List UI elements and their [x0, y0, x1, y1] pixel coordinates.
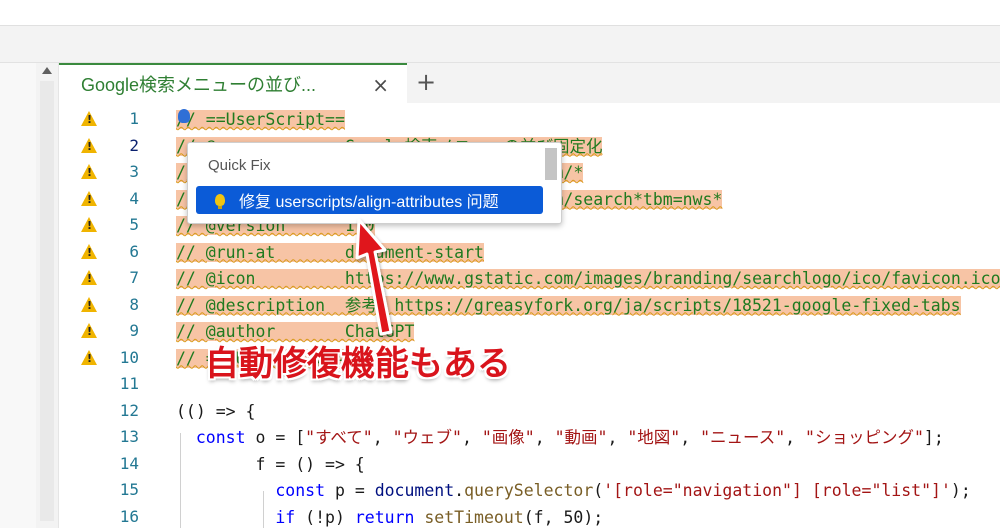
code-text: const o = ["すべて", "ウェブ", "画像", "動画", "地図…: [195, 428, 944, 447]
line-number: 14: [119, 453, 139, 473]
code-text: f = () => {: [176, 454, 365, 474]
code-line[interactable]: 15 const p = document.querySelector('[ro…: [59, 478, 1000, 504]
indent-guide: [263, 491, 264, 528]
code-line[interactable]: 8 // @description 参考：https://greasyfork.o…: [59, 293, 1000, 319]
quick-fix-item-label: 修复 userscripts/align-attributes 问题: [239, 194, 499, 211]
line-number: 4: [129, 188, 139, 208]
code-line[interactable]: 16 if (!p) return setTimeout(f, 50);: [59, 505, 1000, 528]
red-arrow-icon: [355, 218, 393, 336]
code-line[interactable]: 6 // @run-at document-start: [59, 240, 1000, 266]
code-line[interactable]: 9// @author ChatGPT: [59, 319, 1000, 345]
line-number: 8: [129, 294, 139, 314]
code-line[interactable]: 10// ==/UserScript==: [59, 346, 1000, 372]
window-top-bar: [0, 0, 1000, 26]
warning-icon[interactable]: [81, 323, 97, 338]
warning-icon[interactable]: [81, 164, 97, 179]
line-number: 15: [119, 480, 139, 499]
vertical-scrollbar[interactable]: [36, 63, 59, 528]
line-number: 16: [119, 506, 139, 526]
line-number: 10: [119, 347, 139, 367]
quick-fix-popup: Quick Fix 修复 userscripts/align-attribute…: [187, 142, 562, 224]
code-line[interactable]: 12 (() => {: [59, 399, 1000, 425]
scroll-track[interactable]: [40, 81, 54, 521]
code-line[interactable]: 14 f = () => {: [59, 452, 1000, 478]
line-number: 6: [129, 241, 139, 261]
warning-icon[interactable]: [81, 217, 97, 232]
lightbulb-icon[interactable]: [178, 109, 190, 123]
line-number: 9: [129, 321, 139, 340]
scroll-up-arrow-icon[interactable]: [42, 67, 52, 74]
warning-icon[interactable]: [81, 296, 97, 312]
popup-scrollbar[interactable]: [545, 148, 557, 180]
toolbar-strip: [0, 26, 1000, 63]
warning-icon[interactable]: [81, 190, 97, 206]
line-number: 5: [129, 215, 139, 234]
warning-icon[interactable]: [81, 137, 97, 153]
quick-fix-item[interactable]: 修复 userscripts/align-attributes 问题: [196, 186, 543, 214]
side-panel: [0, 63, 36, 528]
code-line[interactable]: 13 const o = ["すべて", "ウェブ", "画像", "動画", …: [59, 425, 1000, 451]
code-line[interactable]: 11: [59, 372, 1000, 398]
add-tab-icon[interactable]: +: [416, 68, 436, 96]
line-number: 2: [129, 135, 139, 155]
warning-icon[interactable]: [81, 349, 97, 365]
line-number: 7: [129, 268, 139, 287]
code-text: const p = document.querySelector('[role=…: [275, 481, 971, 500]
line-number: 1: [129, 109, 139, 128]
code-text: // @run-at document-start: [176, 242, 484, 262]
warning-icon[interactable]: [81, 270, 97, 285]
warning-icon[interactable]: [81, 111, 97, 126]
warning-icon[interactable]: [81, 243, 97, 259]
line-number: 3: [129, 162, 139, 181]
code-text: // ==UserScript==: [176, 110, 345, 129]
quick-fix-title: Quick Fix: [208, 157, 271, 174]
tab-title: Google検索メニューの並び...: [81, 75, 317, 95]
line-number: 13: [119, 427, 139, 446]
code-line[interactable]: 7 // @icon https://www.gstatic.com/images…: [59, 266, 1000, 292]
tab-userscript[interactable]: Google検索メニューの並び... ×: [59, 63, 407, 103]
editor-tab-bar: Google検索メニューの並び... × +: [59, 63, 1000, 103]
annotation-callout: 自動修復機能もある: [205, 344, 511, 384]
close-icon[interactable]: ×: [372, 73, 389, 97]
code-text: // @icon https://www.gstatic.com/images/…: [176, 269, 1000, 288]
code-text: // @description 参考：https://greasyfork.or…: [176, 295, 961, 315]
line-number: 11: [119, 374, 139, 393]
lightbulb-icon: [215, 194, 225, 209]
line-number: 12: [119, 400, 139, 420]
code-text: (() => {: [176, 401, 256, 421]
indent-guide: [180, 433, 181, 528]
code-text: if (!p) return setTimeout(f, 50);: [275, 507, 604, 527]
code-line[interactable]: 1 // ==UserScript==: [59, 107, 1000, 133]
